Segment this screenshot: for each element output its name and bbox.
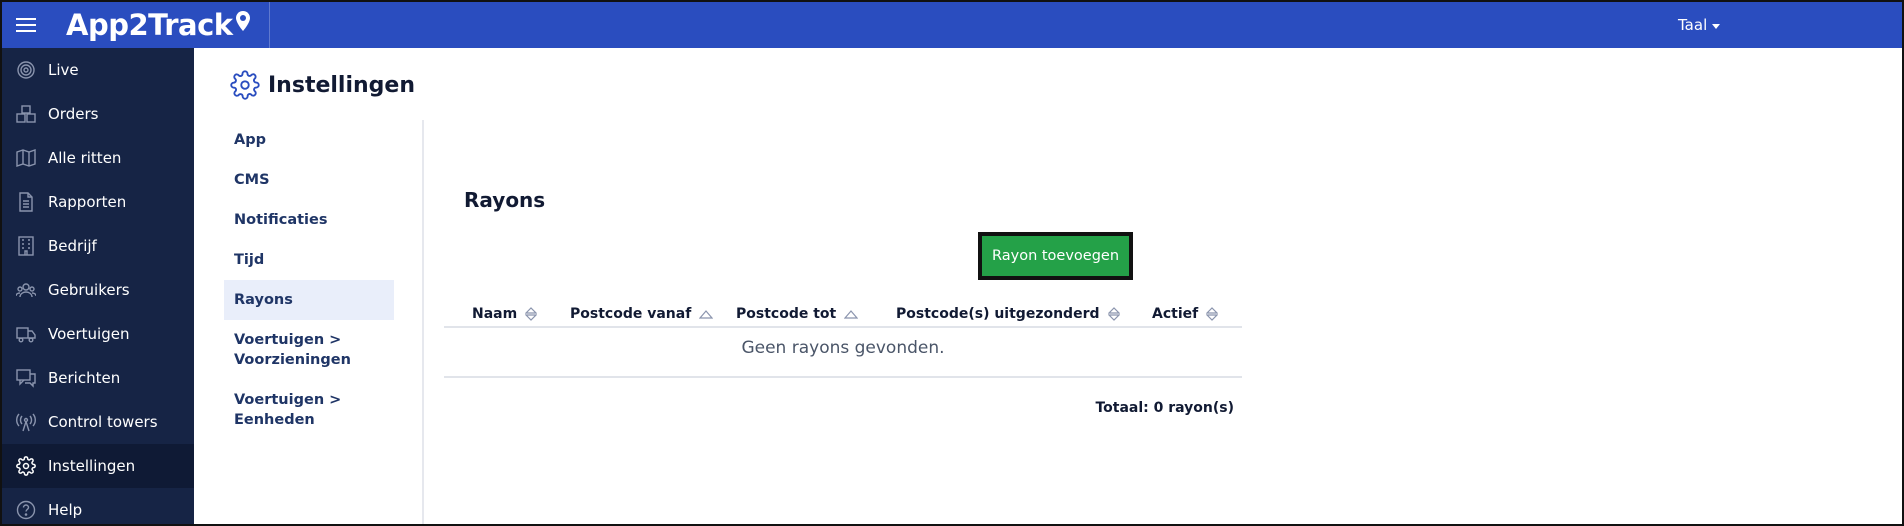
boxes-icon xyxy=(16,105,36,123)
empty-state-message: Geen rayons gevonden. xyxy=(741,338,945,358)
subnav-item-tijd[interactable]: Tijd xyxy=(224,240,394,280)
subnav-item-rayons[interactable]: Rayons xyxy=(224,280,394,320)
subnav-item-app[interactable]: App xyxy=(224,120,394,160)
location-pin-icon xyxy=(235,11,250,31)
main-content: Instellingen App CMS Notificaties Tijd R… xyxy=(194,48,1902,524)
rayons-panel: Rayons Rayon toevoegen Naam Postcode van… xyxy=(444,120,1254,520)
map-icon xyxy=(16,149,36,167)
subnav-item-cms[interactable]: CMS xyxy=(224,160,394,200)
sort-ascending-icon xyxy=(699,310,714,319)
sidebar-item-rapporten[interactable]: Rapporten xyxy=(2,180,194,224)
document-icon xyxy=(19,192,33,212)
gear-icon xyxy=(230,70,260,100)
caret-down-icon xyxy=(1712,23,1721,29)
column-header-actief[interactable]: Actief xyxy=(1152,306,1219,322)
sidebar-item-label: Berichten xyxy=(48,369,121,387)
section-title: Rayons xyxy=(464,188,546,212)
sidebar-item-label: Alle ritten xyxy=(48,149,122,167)
sidebar-item-label: Bedrijf xyxy=(48,237,97,255)
hamburger-icon xyxy=(16,18,36,32)
subnav-item-voertuigen-voorzieningen[interactable]: Voertuigen > Voorzieningen xyxy=(224,320,394,380)
sidebar-item-label: Orders xyxy=(48,105,99,123)
sidebar-item-label: Live xyxy=(48,61,79,79)
brand-name: App2Track xyxy=(66,8,233,42)
settings-subnav: App CMS Notificaties Tijd Rayons Voertui… xyxy=(224,120,394,440)
building-icon xyxy=(18,236,34,256)
users-icon xyxy=(16,283,36,298)
sidebar-item-label: Instellingen xyxy=(48,457,136,475)
page-header: Instellingen xyxy=(230,70,415,100)
sidebar-item-orders[interactable]: Orders xyxy=(2,92,194,136)
truck-icon xyxy=(16,327,36,343)
sort-icon xyxy=(525,307,538,321)
gear-icon xyxy=(16,456,36,476)
column-header-postcodes-uitgezonderd[interactable]: Postcode(s) uitgezonderd xyxy=(896,306,1120,322)
menu-toggle-button[interactable] xyxy=(2,2,50,48)
help-icon xyxy=(16,500,36,520)
sort-icon xyxy=(1107,307,1120,321)
language-dropdown[interactable]: Taal xyxy=(1678,2,1721,48)
sidebar-item-label: Gebruikers xyxy=(48,281,130,299)
sort-icon xyxy=(1206,307,1219,321)
sidebar-item-label: Rapporten xyxy=(48,193,127,211)
sort-ascending-icon xyxy=(844,310,859,319)
page-title: Instellingen xyxy=(268,72,415,98)
sidebar: Live Orders Alle ritten Rapporten Bedrij… xyxy=(2,48,194,524)
table-bottom-border xyxy=(444,376,1242,378)
top-bar: App2Track Taal xyxy=(2,2,1902,48)
sidebar-item-help[interactable]: Help xyxy=(2,488,194,524)
subnav-divider xyxy=(422,120,424,524)
brand-logo[interactable]: App2Track xyxy=(50,2,270,48)
subnav-item-voertuigen-eenheden[interactable]: Voertuigen > Eenheden xyxy=(224,380,394,440)
sidebar-item-label: Voertuigen xyxy=(48,325,130,343)
live-icon xyxy=(17,61,35,79)
sidebar-item-gebruikers[interactable]: Gebruikers xyxy=(2,268,194,312)
subnav-item-notificaties[interactable]: Notificaties xyxy=(224,200,394,240)
column-header-postcode-vanaf[interactable]: Postcode vanaf xyxy=(570,306,714,322)
language-label: Taal xyxy=(1678,16,1708,34)
sidebar-item-label: Help xyxy=(48,501,83,519)
sidebar-item-label: Control towers xyxy=(48,413,158,431)
sidebar-item-instellingen[interactable]: Instellingen xyxy=(2,444,194,488)
add-rayon-button[interactable]: Rayon toevoegen xyxy=(978,232,1133,280)
sidebar-item-live[interactable]: Live xyxy=(2,48,194,92)
column-header-naam[interactable]: Naam xyxy=(472,306,538,322)
sidebar-item-alle-ritten[interactable]: Alle ritten xyxy=(2,136,194,180)
sidebar-item-berichten[interactable]: Berichten xyxy=(2,356,194,400)
table-header: Naam Postcode vanaf Postcode tot Postcod… xyxy=(444,300,1242,328)
sidebar-item-voertuigen[interactable]: Voertuigen xyxy=(2,312,194,356)
sidebar-item-bedrijf[interactable]: Bedrijf xyxy=(2,224,194,268)
table-total: Totaal: 0 rayon(s) xyxy=(1095,400,1234,416)
chat-icon xyxy=(16,369,36,388)
sidebar-item-control-towers[interactable]: Control towers xyxy=(2,400,194,444)
app-frame: App2Track Taal Live Orders Alle ritten R… xyxy=(0,0,1904,526)
column-header-postcode-tot[interactable]: Postcode tot xyxy=(736,306,859,322)
antenna-icon xyxy=(16,413,36,432)
